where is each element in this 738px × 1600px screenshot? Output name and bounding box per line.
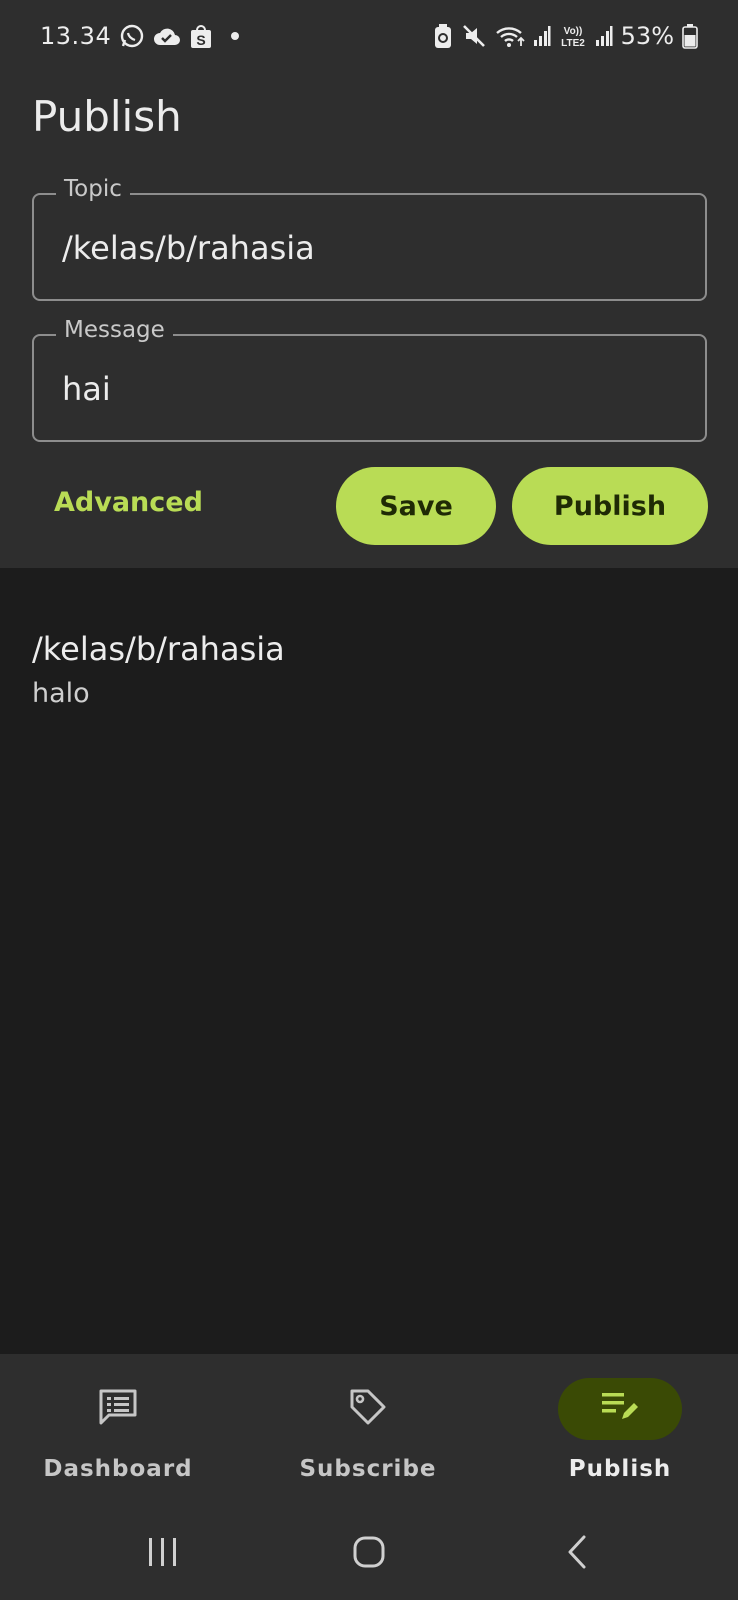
svg-text:S: S [197,32,206,48]
signal-icon [533,25,551,47]
nav-item-publish[interactable]: Publish [520,1378,720,1488]
wifi-icon [495,24,525,48]
topic-input[interactable]: /kelas/b/rahasia [62,229,315,267]
status-bar-right: Vo)) LTE2 53% [433,22,698,50]
whatsapp-icon [119,23,145,49]
battery-saver-icon [433,23,453,49]
publish-edit-icon [600,1389,640,1429]
nav-item-dashboard[interactable]: Dashboard [18,1378,218,1488]
message-field-label: Message [56,317,173,343]
back-icon[interactable] [558,1532,598,1572]
topic-field[interactable]: Topic /kelas/b/rahasia [32,176,707,301]
svg-text:Vo)): Vo)) [563,26,582,37]
notification-dot-icon [231,32,240,40]
system-navigation-bar [0,1502,738,1600]
publish-button[interactable]: Publish [512,467,708,545]
page-title: Publish [32,92,182,141]
message-input[interactable]: hai [62,370,111,408]
svg-text:LTE2: LTE2 [561,38,585,49]
battery-percent: 53% [620,22,674,50]
bottom-navigation: Dashboard Subscribe Publish [0,1354,738,1502]
phone-screen: 13.34 S Vo)) LTE2 53% Publish Topic /kel… [0,0,738,1600]
nav-item-subscribe[interactable]: Subscribe [268,1378,468,1488]
dashboard-icon [97,1387,139,1431]
topic-field-label: Topic [56,176,130,202]
publish-form-panel: Publish Topic /kelas/b/rahasia Message h… [0,72,738,568]
status-bar: 13.34 S Vo)) LTE2 53% [0,0,738,72]
tag-icon-container [306,1378,430,1440]
message-field[interactable]: Message hai [32,317,707,442]
cloud-check-icon [153,25,181,47]
volte-lte2-icon: Vo)) LTE2 [559,23,587,49]
tag-icon [348,1387,388,1431]
list-item-message: halo [32,678,90,709]
save-button[interactable]: Save [336,467,496,545]
publish-edit-icon-container [558,1378,682,1440]
recents-icon[interactable] [143,1532,183,1572]
advanced-button[interactable]: Advanced [54,487,203,518]
nav-label-dashboard: Dashboard [43,1456,193,1482]
nav-label-publish: Publish [568,1456,672,1482]
mute-icon [461,23,487,49]
dashboard-icon-container [56,1378,180,1440]
signal-icon [595,25,613,47]
list-item[interactable]: /kelas/b/rahasia halo [32,630,285,709]
list-item-topic: /kelas/b/rahasia [32,630,285,668]
status-bar-left: 13.34 S [40,22,240,50]
shopee-icon: S [189,23,213,49]
form-actions: Advanced Save Publish [0,467,738,547]
home-icon[interactable] [349,1532,389,1572]
nav-label-subscribe: Subscribe [299,1456,437,1482]
battery-icon [682,23,698,49]
status-time: 13.34 [40,22,112,50]
